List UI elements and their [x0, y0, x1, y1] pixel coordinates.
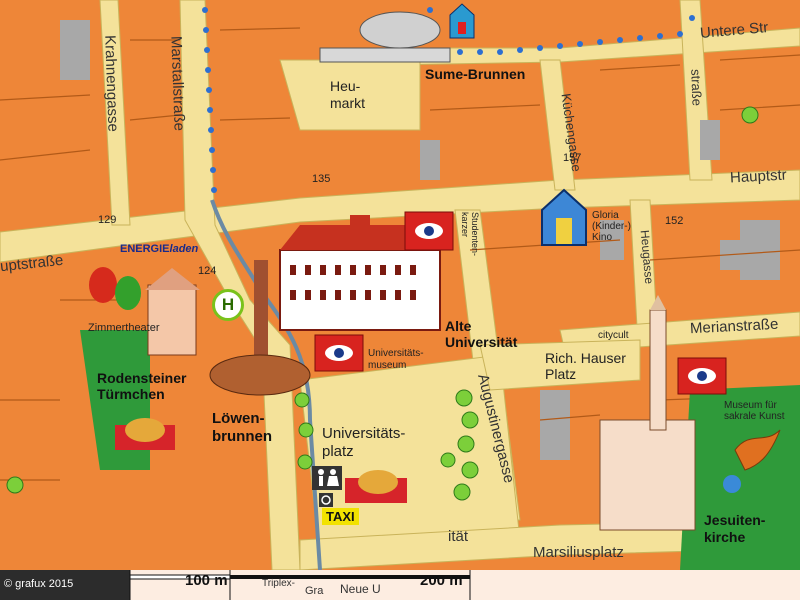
label-sume-brunnen[interactable]: Sume-Brunnen [425, 66, 525, 82]
label-loewenbrunnen[interactable]: Löwen- brunnen [212, 410, 272, 446]
street-top-vertical: straße [688, 68, 705, 107]
label-energieladen-italic: laden [169, 243, 199, 255]
eye-icon-museum-sakrale [677, 357, 727, 395]
toilet-icon [312, 466, 342, 490]
street-krahnengasse: Krahnengasse [101, 34, 122, 133]
house-number-135: 135 [312, 173, 331, 185]
scale-label-100m: 100 m [185, 572, 228, 589]
copyright-label: © grafux 2015 [4, 578, 74, 590]
bus-stop-icon[interactable]: H [212, 289, 244, 321]
label-zimmertheater[interactable]: Zimmertheater [88, 322, 160, 334]
label-alte-universitaet[interactable]: Alte Universität [445, 318, 517, 350]
street-neue-uni-hint: Neue U [340, 582, 381, 596]
street-marsiliusplatz: Marsiliusplatz [533, 544, 624, 561]
taxi-sign[interactable]: TAXI [322, 508, 359, 525]
label-universitaetsmuseum[interactable]: Universitäts- museum [368, 348, 424, 372]
eye-icon-universitaetsmuseum [314, 334, 364, 372]
street-hauptstrasse-right: Hauptstr [729, 166, 788, 187]
label-gloria-kino[interactable]: Gloria (Kinder-) Kino [592, 210, 631, 243]
wheelchair-icon [319, 493, 333, 507]
label-citycult[interactable]: citycult [598, 330, 629, 341]
label-heumarkt[interactable]: Heu- markt [330, 78, 365, 112]
label-museum-sakrale-kunst[interactable]: Museum für sakrale Kunst [724, 400, 785, 422]
label-energieladen[interactable]: ENERGIEladen [120, 243, 198, 255]
house-number-157: 157 [563, 152, 582, 164]
street-triplex-hint: Triplex- [262, 578, 295, 589]
label-energieladen-bold: ENERGIE [120, 243, 170, 255]
label-jesuitenkirche[interactable]: Jesuiten- kirche [704, 512, 765, 546]
pond-icon [723, 475, 741, 493]
street-gra-hint: Gra [305, 585, 324, 597]
label-universitaetsplatz[interactable]: Universitäts- platz [322, 425, 405, 461]
street-marstallstrasse: Marstallstraße [167, 35, 188, 132]
street-universitaet-bottom: ität [448, 528, 469, 545]
house-number-152: 152 [665, 215, 684, 227]
eye-icon-studentenkarzer [404, 211, 454, 251]
label-rich-hauser-platz[interactable]: Rich. Hauser Platz [545, 350, 626, 382]
label-rodensteiner[interactable]: Rodensteiner Türmchen [97, 370, 186, 402]
label-studentenkarzer[interactable]: Studenten- karzer [460, 212, 480, 256]
house-number-129: 129 [98, 214, 117, 226]
scale-label-200m: 200 m [420, 572, 463, 589]
house-number-124: 124 [198, 265, 217, 277]
